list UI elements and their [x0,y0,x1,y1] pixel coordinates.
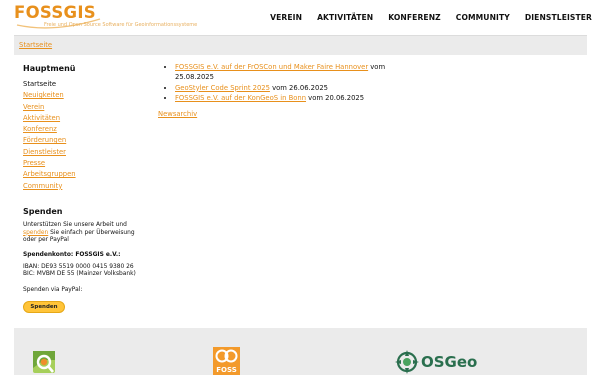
paypal-donate-button[interactable]: Spenden [23,300,65,313]
sidebar-item-verein[interactable]: Verein [23,102,148,113]
osgeo-logo[interactable]: OSGeo [395,350,477,374]
sidebar-title: Hauptmenü [23,64,76,73]
newsarchiv-link[interactable]: Newsarchiv [158,110,423,118]
sidebar-item-foerderungen[interactable]: Förderungen [23,135,148,146]
sidebar-item-arbeitsgruppen[interactable]: Arbeitsgruppen [23,169,148,180]
sidebar-link-neuigkeiten[interactable]: Neuigkeiten [23,91,64,99]
sidebar-link-konferenz[interactable]: Konferenz [23,125,57,133]
osgeo-logo-text: OSGeo [421,353,478,371]
sidebar-link-dienstleister[interactable]: Dienstleister [23,148,66,156]
donate-section: Spenden Unterstützen Sie unsere Arbeit u… [23,207,148,313]
donate-spenden-link[interactable]: spenden [23,230,48,236]
qgis-logo-icon[interactable] [30,348,58,375]
nav-item-verein[interactable]: Verein [270,13,302,22]
nav-item-community[interactable]: Community [456,13,510,22]
footer-logo-band: FOSS OSGeo [14,328,587,375]
sidebar-main-menu: Hauptmenü Startseite Neuigkeiten Verein … [23,64,148,192]
sidebar-item-konferenz[interactable]: Konferenz [23,124,148,135]
sidebar-item-community[interactable]: Community [23,181,148,192]
news-date: vom 26.06.2025 [269,83,328,92]
sidebar-item-startseite: Startseite [23,80,57,88]
news-link-geostyler[interactable]: GeoStyler Code Sprint 2025 [175,84,270,92]
site-header: FOSSGIS Freie und Open Source Software f… [0,0,600,36]
nav-item-konferenz[interactable]: Konferenz [388,13,441,22]
donate-text-before: Unterstützen Sie unsere Arbeit und [23,222,127,228]
news-link-kongeos[interactable]: FOSSGIS e.V. auf der KonGeoS in Bonn [175,94,306,102]
sidebar-link-community[interactable]: Community [23,182,62,190]
sidebar-link-foerderungen[interactable]: Förderungen [23,136,66,144]
nav-item-aktivitaeten[interactable]: Aktivitäten [317,13,373,22]
donate-title: Spenden [23,207,63,216]
donate-text: Unterstützen Sie unsere Arbeit und spend… [23,222,148,245]
sidebar-link-aktivitaeten[interactable]: Aktivitäten [23,114,60,122]
breadcrumb: Startseite [14,35,587,55]
news-item: FOSSGIS e.V. auf der FrOSCon und Maker F… [175,62,423,83]
breadcrumb-startseite-link[interactable]: Startseite [19,41,52,49]
sidebar-item-neuigkeiten[interactable]: Neuigkeiten [23,90,148,101]
svg-text:FOSS: FOSS [216,366,237,374]
news-date: vom 20.06.2025 [306,93,365,102]
donate-paypal-label: Spenden via PayPal: [23,286,83,293]
donate-bic: BIC: MVBM DE 55 (Mainzer Volksbank) [23,271,136,278]
donate-account-title: Spendenkonto: FOSSGIS e.V.: [23,251,121,258]
news-link-froscon[interactable]: FOSSGIS e.V. auf der FrOSCon und Maker F… [175,63,368,71]
osgeo-logo-icon [395,350,419,374]
sidebar-link-presse[interactable]: Presse [23,159,45,167]
news-section: FOSSGIS e.V. auf der FrOSCon und Maker F… [158,62,423,118]
brand-tagline: Freie und Open Source Software für Geoin… [44,22,198,28]
news-item: FOSSGIS e.V. auf der KonGeoS in Bonn vom… [175,93,423,103]
news-list: FOSSGIS e.V. auf der FrOSCon und Maker F… [158,62,423,103]
news-item: GeoStyler Code Sprint 2025 vom 26.06.202… [175,83,423,93]
sidebar-item-dienstleister[interactable]: Dienstleister [23,147,148,158]
main-navigation: Verein Aktivitäten Konferenz Community D… [255,13,592,22]
nav-item-dienstleister[interactable]: Dienstleister [525,13,592,22]
donate-iban: IBAN: DE93 5519 0000 0415 9380 26 [23,263,134,270]
sidebar-link-verein[interactable]: Verein [23,103,44,111]
foss4g-logo-icon[interactable]: FOSS [213,347,240,375]
sidebar-menu-list: Startseite Neuigkeiten Verein Aktivitäte… [23,79,148,192]
sidebar-link-arbeitsgruppen[interactable]: Arbeitsgruppen [23,170,76,178]
sidebar-item-aktivitaeten[interactable]: Aktivitäten [23,113,148,124]
brand-name: FOSSGIS [14,3,96,22]
sidebar-item-presse[interactable]: Presse [23,158,148,169]
